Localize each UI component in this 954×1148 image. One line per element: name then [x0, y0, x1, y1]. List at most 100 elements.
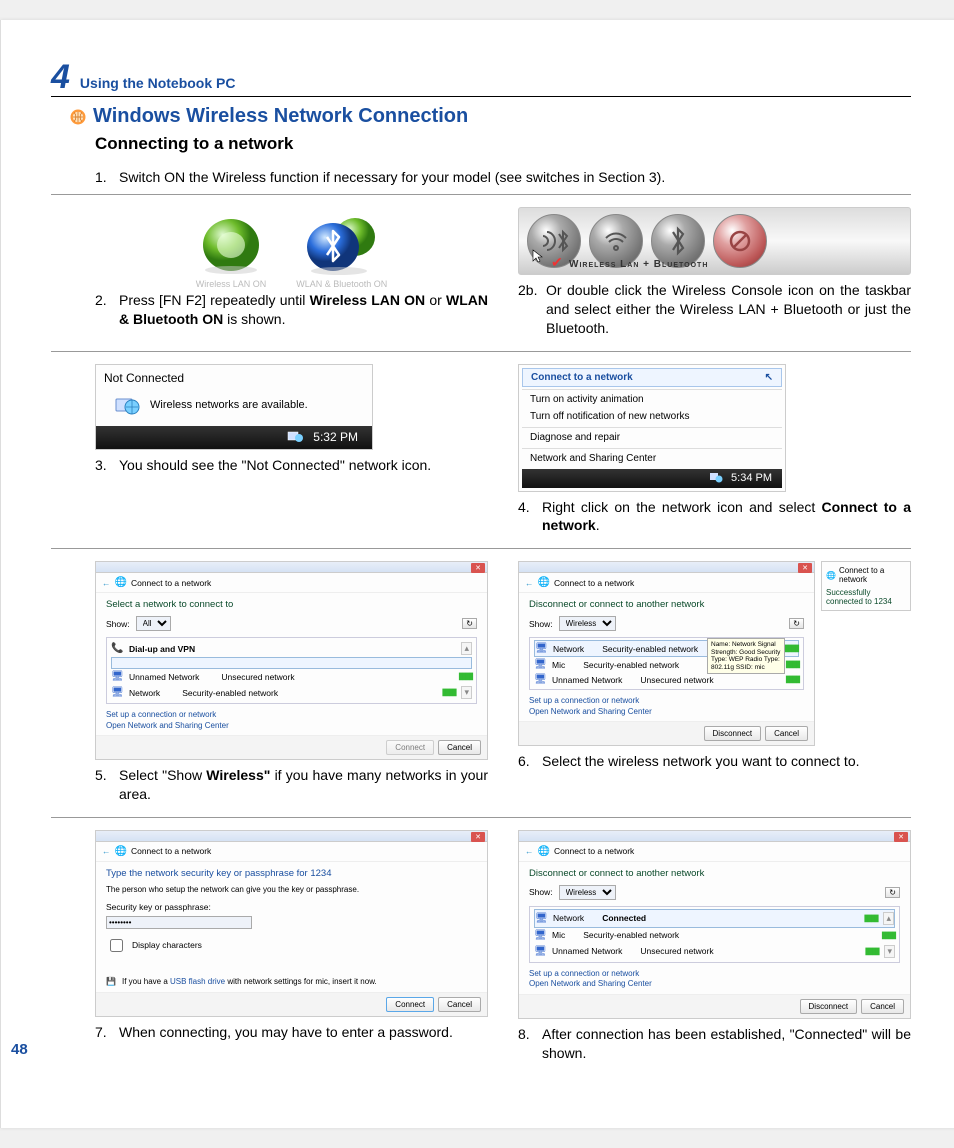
step-number: 3.: [95, 456, 119, 475]
col-right: ←🌐Connect to a network Disconnect or con…: [518, 561, 911, 810]
globe-icon: 🌐: [115, 846, 127, 857]
menu-item[interactable]: Diagnose and repair: [522, 427, 782, 446]
scroll-down[interactable]: ▾: [461, 686, 472, 699]
text: Press [FN F2] repeatedly until: [119, 292, 310, 308]
link[interactable]: Set up a connection or network: [529, 969, 900, 979]
refresh-button[interactable]: ↻: [885, 887, 900, 898]
section-title-row: Windows Wireless Network Connection: [51, 105, 911, 128]
figure-row: ←🌐Connect to a network Disconnect or con…: [518, 561, 911, 752]
text: is shown.: [223, 311, 285, 327]
crumb-text: Connect to a network: [839, 566, 906, 584]
refresh-button[interactable]: ↻: [789, 618, 804, 629]
cancel-button[interactable]: Cancel: [861, 999, 904, 1014]
menu-item[interactable]: Turn off notification of new networks: [522, 408, 782, 425]
chapter-header: 4 Using the Notebook PC: [51, 60, 911, 97]
crumb-text: Connect to a network: [554, 578, 634, 588]
dialog-subtext: The person who setup the network can giv…: [106, 885, 477, 894]
text-bold: Wireless": [206, 767, 270, 783]
link[interactable]: Open Network and Sharing Center: [529, 707, 804, 717]
window-crumb: ←🌐Connect to a network: [96, 573, 487, 593]
col-left: ←🌐Connect to a network Type the network …: [95, 830, 488, 1069]
show-select[interactable]: Wireless: [559, 616, 616, 631]
network-row[interactable]: 🖥Unnamed NetworkUnsecured network▮▮▮▮: [534, 672, 799, 687]
dialog-links: Set up a connection or network Open Netw…: [529, 969, 900, 990]
step-number: 8.: [518, 1025, 542, 1063]
disconnect-button[interactable]: Disconnect: [800, 999, 858, 1014]
signal-icon: ▮▮▮▮: [785, 674, 799, 685]
crumb-text: Connect to a network: [554, 846, 634, 856]
link[interactable]: Open Network and Sharing Center: [529, 979, 900, 989]
disconnect-button[interactable]: Disconnect: [704, 726, 762, 741]
net-name: Network: [129, 688, 160, 698]
link[interactable]: Set up a connection or network: [106, 710, 477, 720]
icon-caption: WLAN & Bluetooth ON: [296, 279, 387, 289]
dialog-links: Set up a connection or network Open Netw…: [106, 710, 477, 731]
network-icon: 🖥: [535, 913, 547, 924]
cancel-button[interactable]: Cancel: [438, 997, 481, 1012]
page: 4 Using the Notebook PC Windows Wireless…: [0, 20, 954, 1128]
window-crumb: ←🌐Connect to a network: [519, 842, 910, 862]
text: .: [596, 517, 600, 533]
menu-item[interactable]: Turn on activity animation: [522, 389, 782, 408]
network-row[interactable]: 🖥Unnamed NetworkUnsecured network▮▮▮▮▾: [534, 943, 895, 960]
connect-button[interactable]: Connect: [386, 740, 434, 755]
menu-item[interactable]: Network and Sharing Center: [522, 448, 782, 467]
network-row[interactable]: 🖥NetworkSecurity-enabled network▮▮▮▮▾: [111, 684, 472, 701]
show-label: Show:: [529, 887, 553, 897]
show-row: Show: All ↻: [106, 616, 477, 631]
col-right: ✔ Wireless Lan + Bluetooth 2b. Or double…: [518, 207, 911, 344]
checkbox-label: Display characters: [132, 940, 202, 950]
crumb-text: Connect to a network: [131, 578, 211, 588]
link[interactable]: Open Network and Sharing Center: [106, 721, 477, 731]
step-text: Switch ON the Wireless function if neces…: [119, 168, 911, 187]
separator: [51, 351, 911, 352]
net-desc: Security-enabled network: [583, 660, 679, 670]
step-number: 1.: [95, 168, 119, 187]
separator: [51, 194, 911, 195]
link[interactable]: Set up a connection or network: [529, 696, 804, 706]
scroll-down[interactable]: ▾: [884, 945, 895, 958]
connect-button[interactable]: Connect: [386, 997, 434, 1012]
globe-icon: 🌐: [538, 577, 550, 588]
network-icon: 🖥: [111, 671, 123, 682]
step-number: 2b.: [518, 281, 546, 338]
show-label: Show:: [106, 619, 130, 629]
ribbon-label: Wireless Lan + Bluetooth: [569, 259, 708, 270]
step-text: After connection has been established, "…: [542, 1025, 911, 1063]
chapter-number: 4: [51, 60, 70, 94]
step-5: 5. Select "Show Wireless" if you have ma…: [95, 766, 488, 804]
group-label: Dial-up and VPN: [129, 644, 195, 654]
link[interactable]: USB flash drive: [170, 977, 225, 986]
window-titlebar: [96, 831, 487, 842]
cancel-button[interactable]: Cancel: [438, 740, 481, 755]
network-row-selected[interactable]: 🖥NetworkConnected▮▮▮▮▴: [534, 909, 895, 928]
step-text: Press [FN F2] repeatedly until Wireless …: [119, 291, 488, 329]
cancel-button[interactable]: Cancel: [765, 726, 808, 741]
page-number: 48: [11, 1041, 28, 1058]
menu-item-connect[interactable]: Connect to a network ↖: [522, 368, 782, 387]
dialog-heading: Select a network to connect to: [106, 599, 477, 610]
refresh-button[interactable]: ↻: [462, 618, 477, 629]
display-chars-checkbox[interactable]: [110, 939, 123, 952]
net-name: Unnamed Network: [129, 672, 199, 682]
subsection-title: Connecting to a network: [95, 134, 911, 154]
password-input[interactable]: [106, 916, 252, 929]
col-left: Not Connected Wireless networks are avai…: [95, 364, 488, 542]
show-select[interactable]: All: [136, 616, 171, 631]
net-desc: Unsecured network: [640, 946, 713, 956]
tray-time: 5:32 PM: [313, 430, 358, 444]
wlan-bt-on-icon: WLAN & Bluetooth ON: [296, 215, 387, 289]
step-4: 4. Right click on the network icon and s…: [518, 498, 911, 536]
col-right: ←🌐Connect to a network Disconnect or con…: [518, 830, 911, 1069]
step-number: 4.: [518, 498, 542, 536]
step-number: 7.: [95, 1023, 119, 1042]
scroll-up[interactable]: ▴: [883, 912, 894, 925]
network-row[interactable]: 🖥MicSecurity-enabled network▮▮▮▮: [534, 928, 895, 943]
scroll-up[interactable]: ▴: [461, 642, 472, 655]
network-icon: 🖥: [111, 687, 123, 698]
net-desc: Security-enabled network: [602, 644, 698, 654]
signal-icon: ▮▮▮▮: [458, 671, 472, 682]
show-row: Show: Wireless ↻: [529, 885, 900, 900]
show-select[interactable]: Wireless: [559, 885, 616, 900]
network-row[interactable]: 🖥Unnamed NetworkUnsecured network▮▮▮▮: [111, 669, 472, 684]
